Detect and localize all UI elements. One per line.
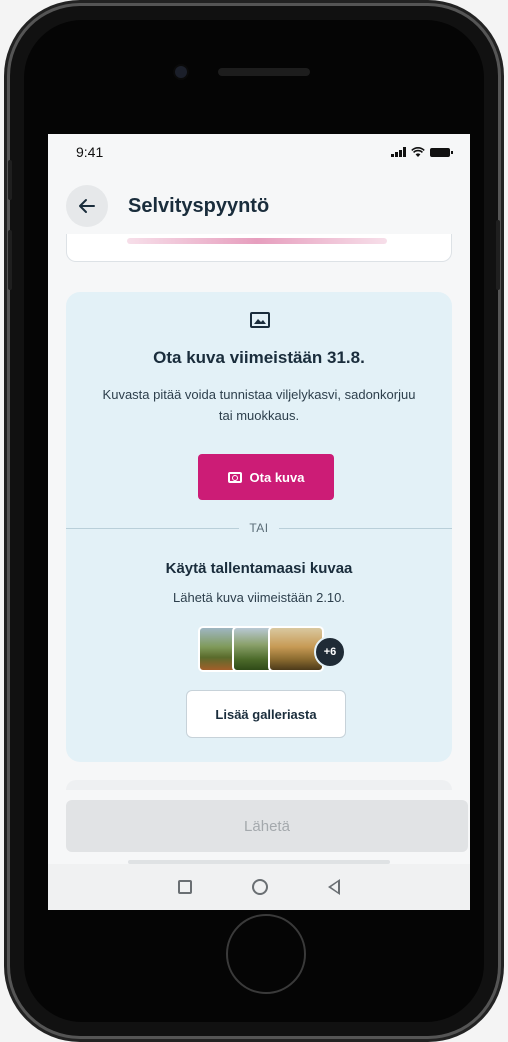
home-icon[interactable] [252,879,268,895]
gallery-deadline: Lähetä kuva viimeistään 2.10. [173,590,345,605]
recent-apps-icon[interactable] [178,880,192,894]
photo-deadline-title: Ota kuva viimeistään 31.8. [153,348,365,367]
system-nav-bar [48,864,470,910]
battery-icon [430,147,453,157]
wifi-icon [411,146,425,157]
send-button[interactable]: Lähetä [66,800,468,852]
phone-side-button [496,220,500,290]
phone-side-button [8,230,12,290]
status-bar: 9:41 [48,134,470,170]
back-button[interactable] [66,185,108,227]
more-photos-badge[interactable]: +6 [314,636,346,668]
previous-card [66,234,452,262]
divider-text: TAI [249,521,269,535]
gallery-thumbnails[interactable]: +6 [198,626,346,676]
hardware-home-button[interactable] [226,914,306,994]
camera-icon [227,471,242,483]
signal-icon [391,147,406,157]
add-from-gallery-button[interactable]: Lisää galleriasta [186,690,346,738]
photo-description: Kuvasta pitää voida tunnistaa viljelykas… [102,387,416,423]
take-photo-button[interactable]: Ota kuva [198,454,334,500]
photo-request-card: Ota kuva viimeistään 31.8. Kuvasta pitää… [66,292,452,762]
take-photo-label: Ota kuva [249,469,305,485]
arrow-left-icon [79,199,95,213]
or-divider: TAI [66,520,452,536]
status-icons [391,146,453,158]
app-screen: 9:41 Selvityspyyntö Ota kuva viimeistään… [48,134,470,910]
status-time: 9:41 [76,144,104,160]
speaker-grille [218,68,310,76]
gallery-title: Käytä tallentamaasi kuvaa [165,560,353,577]
front-camera [175,66,187,78]
app-header: Selvityspyyntö [48,178,470,234]
previous-card-faded-text [127,238,387,244]
image-icon [250,312,270,328]
back-icon[interactable] [328,879,340,895]
page-title: Selvityspyyntö [128,194,270,217]
phone-side-button [8,160,12,200]
